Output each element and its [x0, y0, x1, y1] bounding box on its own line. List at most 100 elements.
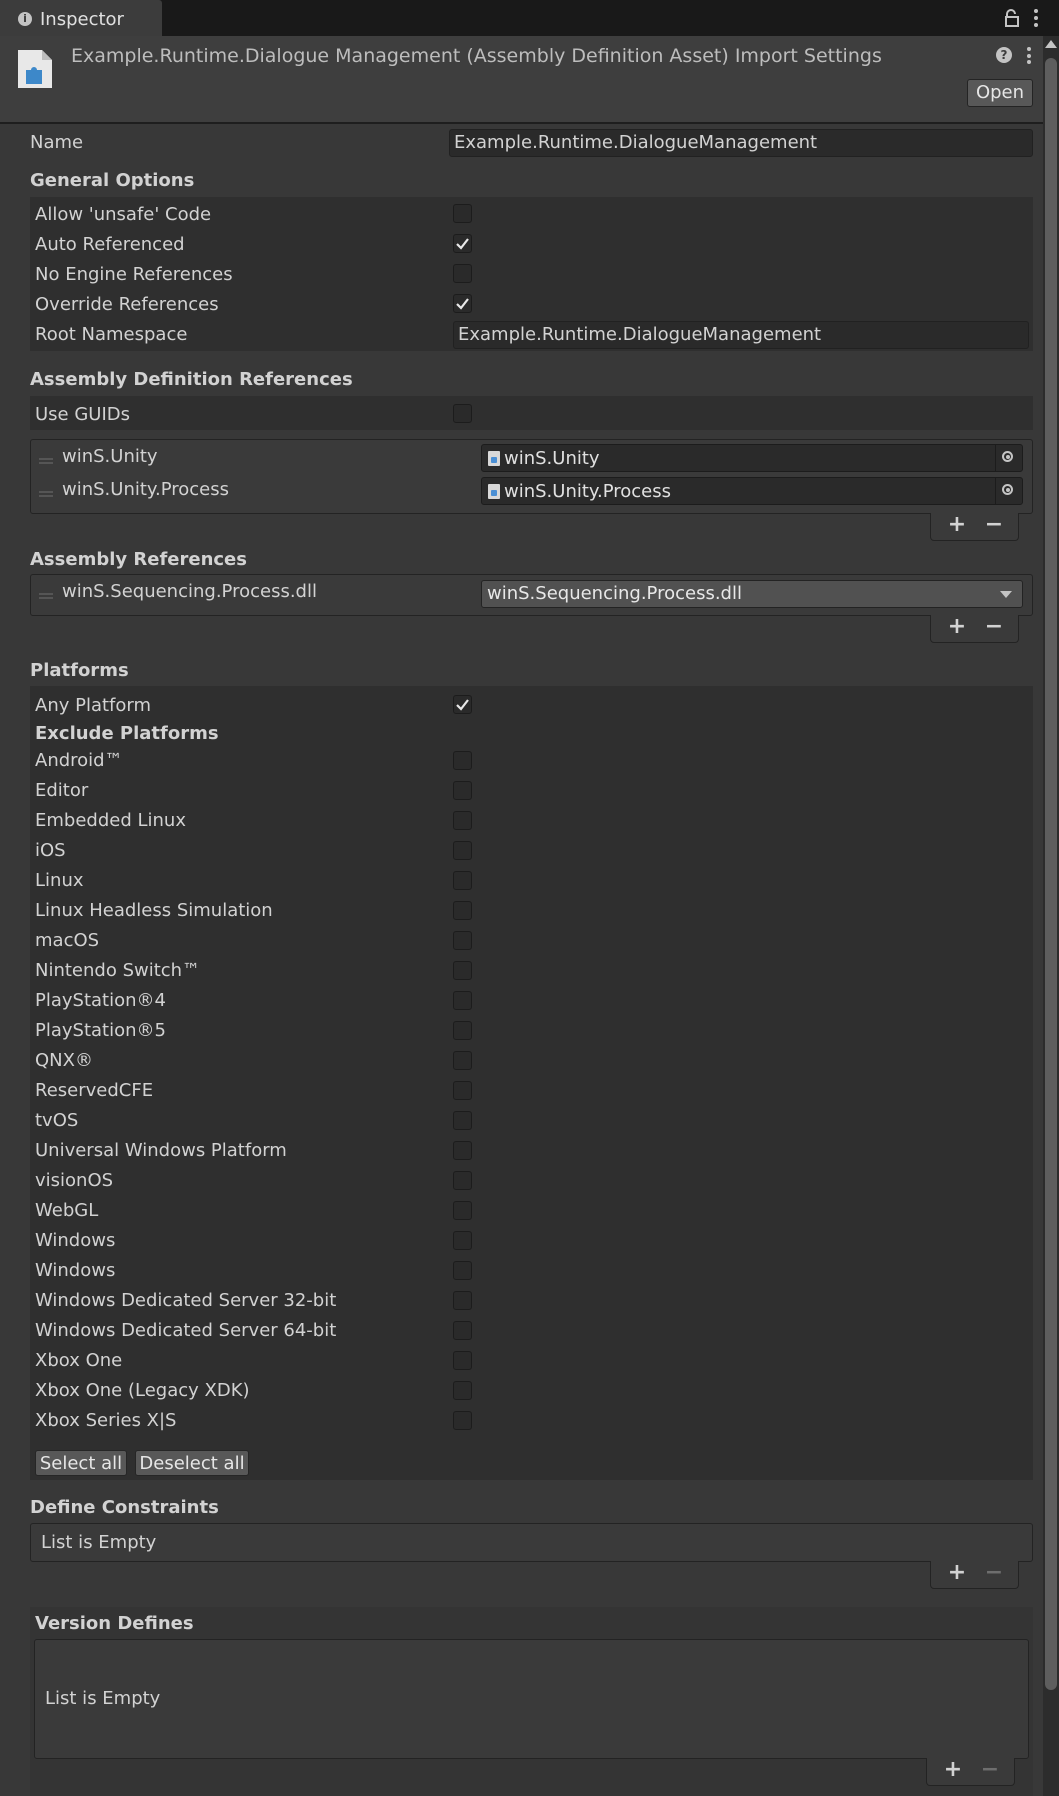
general-options-heading: General Options: [30, 170, 195, 191]
assembly-definition-references-heading: Assembly Definition References: [30, 369, 353, 390]
add-button[interactable]: +: [943, 1759, 963, 1781]
platform-exclude-checkbox[interactable]: [453, 781, 472, 800]
dropdown-arrow-icon: [1000, 591, 1012, 598]
platform-label: Nintendo Switch™: [35, 960, 201, 981]
platform-label: Editor: [35, 780, 89, 801]
platform-label: tvOS: [35, 1110, 79, 1131]
asmdef-object-field[interactable]: winS.Unity: [481, 444, 1023, 472]
platform-label: Universal Windows Platform: [35, 1140, 287, 1161]
add-button[interactable]: +: [947, 514, 967, 536]
define-constraints-footer: + −: [930, 1561, 1019, 1589]
platform-exclude-checkbox[interactable]: [453, 1051, 472, 1070]
platform-label: visionOS: [35, 1170, 114, 1191]
platform-exclude-checkbox[interactable]: [453, 1351, 472, 1370]
use-guids-checkbox[interactable]: [453, 404, 472, 423]
open-button[interactable]: Open: [967, 79, 1033, 107]
platform-exclude-checkbox[interactable]: [453, 1021, 472, 1040]
assembly-reference-list: winS.Sequencing.Process.dll winS.Sequenc…: [30, 574, 1033, 616]
platform-label: PlayStation®4: [35, 990, 166, 1011]
auto-referenced-checkbox[interactable]: [453, 234, 472, 253]
no-engine-references-checkbox[interactable]: [453, 264, 472, 283]
platform-exclude-checkbox[interactable]: [453, 1141, 472, 1160]
platform-exclude-checkbox[interactable]: [453, 1231, 472, 1250]
asmdef-object-field[interactable]: winS.Unity.Process: [481, 477, 1023, 505]
list-item-label: winS.Sequencing.Process.dll: [62, 581, 317, 602]
tab-label: Inspector: [40, 9, 124, 30]
platform-exclude-checkbox[interactable]: [453, 1261, 472, 1280]
assembly-definition-icon: [16, 48, 54, 90]
version-defines-list: List is Empty: [34, 1639, 1029, 1759]
version-defines-heading: Version Defines: [35, 1613, 194, 1634]
object-picker-icon[interactable]: [995, 478, 1022, 504]
root-namespace-label: Root Namespace: [35, 324, 188, 345]
allow-unsafe-checkbox[interactable]: [453, 204, 472, 223]
add-button[interactable]: +: [947, 616, 967, 638]
lock-icon[interactable]: [1004, 9, 1020, 27]
platform-exclude-checkbox[interactable]: [453, 991, 472, 1010]
tab-menu-icon[interactable]: [1032, 9, 1040, 27]
platform-exclude-checkbox[interactable]: [453, 1381, 472, 1400]
platform-exclude-checkbox[interactable]: [453, 841, 472, 860]
scroll-up-arrow-icon[interactable]: [1045, 40, 1057, 48]
define-constraints-list: List is Empty: [30, 1523, 1033, 1562]
assembly-reference-dropdown[interactable]: winS.Sequencing.Process.dll: [481, 580, 1023, 608]
platform-exclude-checkbox[interactable]: [453, 961, 472, 980]
remove-button[interactable]: −: [984, 616, 1004, 638]
no-engine-references-label: No Engine References: [35, 264, 233, 285]
platform-exclude-checkbox[interactable]: [453, 811, 472, 830]
help-icon[interactable]: ?: [996, 47, 1012, 63]
drag-handle-icon[interactable]: [39, 491, 53, 497]
object-field-value: winS.Unity.Process: [504, 481, 672, 502]
name-input[interactable]: Example.Runtime.DialogueManagement: [449, 129, 1033, 157]
tab-inspector[interactable]: i Inspector: [0, 0, 162, 38]
allow-unsafe-label: Allow 'unsafe' Code: [35, 204, 212, 225]
asmdef-file-icon: [488, 451, 500, 466]
drag-handle-icon[interactable]: [39, 458, 53, 464]
platform-label: Xbox One (Legacy XDK): [35, 1380, 250, 1401]
platform-label: Xbox One: [35, 1350, 123, 1371]
platform-label: PlayStation®5: [35, 1020, 166, 1041]
any-platform-checkbox[interactable]: [453, 695, 472, 714]
platform-exclude-checkbox[interactable]: [453, 751, 472, 770]
empty-list-label: List is Empty: [41, 1532, 157, 1553]
platform-label: Windows: [35, 1230, 116, 1251]
select-all-button[interactable]: Select all: [35, 1450, 127, 1476]
platform-exclude-checkbox[interactable]: [453, 1081, 472, 1100]
assembly-references-heading: Assembly References: [30, 549, 247, 570]
root-namespace-input[interactable]: Example.Runtime.DialogueManagement: [453, 321, 1029, 349]
header-menu-icon[interactable]: [1026, 47, 1032, 64]
platform-exclude-checkbox[interactable]: [453, 1111, 472, 1130]
platform-label: macOS: [35, 930, 100, 951]
remove-button: −: [984, 1560, 1004, 1585]
platform-label: iOS: [35, 840, 66, 861]
platform-exclude-checkbox[interactable]: [453, 1291, 472, 1310]
platform-exclude-checkbox[interactable]: [453, 1201, 472, 1220]
remove-button[interactable]: −: [984, 514, 1004, 536]
platform-label: Xbox Series X|S: [35, 1410, 177, 1431]
exclude-platforms-heading: Exclude Platforms: [35, 723, 219, 744]
platform-exclude-checkbox[interactable]: [453, 931, 472, 950]
platform-exclude-checkbox[interactable]: [453, 1171, 472, 1190]
drag-handle-icon[interactable]: [39, 593, 53, 599]
remove-button: −: [980, 1757, 1000, 1782]
name-label: Name: [30, 132, 84, 153]
list-item-label: winS.Unity.Process: [62, 479, 230, 500]
platform-exclude-checkbox[interactable]: [453, 871, 472, 890]
assembly-list-footer: + −: [930, 615, 1019, 643]
deselect-all-button[interactable]: Deselect all: [135, 1450, 249, 1476]
version-defines-footer: + −: [926, 1758, 1015, 1786]
scrollbar-thumb[interactable]: [1045, 58, 1057, 1690]
checkmark-icon: [456, 238, 469, 250]
platform-label: WebGL: [35, 1200, 99, 1221]
object-field-value: winS.Unity: [504, 448, 600, 469]
any-platform-label: Any Platform: [35, 695, 152, 716]
platform-exclude-checkbox[interactable]: [453, 901, 472, 920]
platform-exclude-checkbox[interactable]: [453, 1411, 472, 1430]
platform-label: Windows Dedicated Server 64-bit: [35, 1320, 337, 1341]
header-title: Example.Runtime.Dialogue Management (Ass…: [71, 45, 882, 67]
override-references-checkbox[interactable]: [453, 294, 472, 313]
asmdef-file-icon: [488, 484, 500, 499]
object-picker-icon[interactable]: [995, 445, 1022, 471]
platform-exclude-checkbox[interactable]: [453, 1321, 472, 1340]
add-button[interactable]: +: [947, 1562, 967, 1584]
